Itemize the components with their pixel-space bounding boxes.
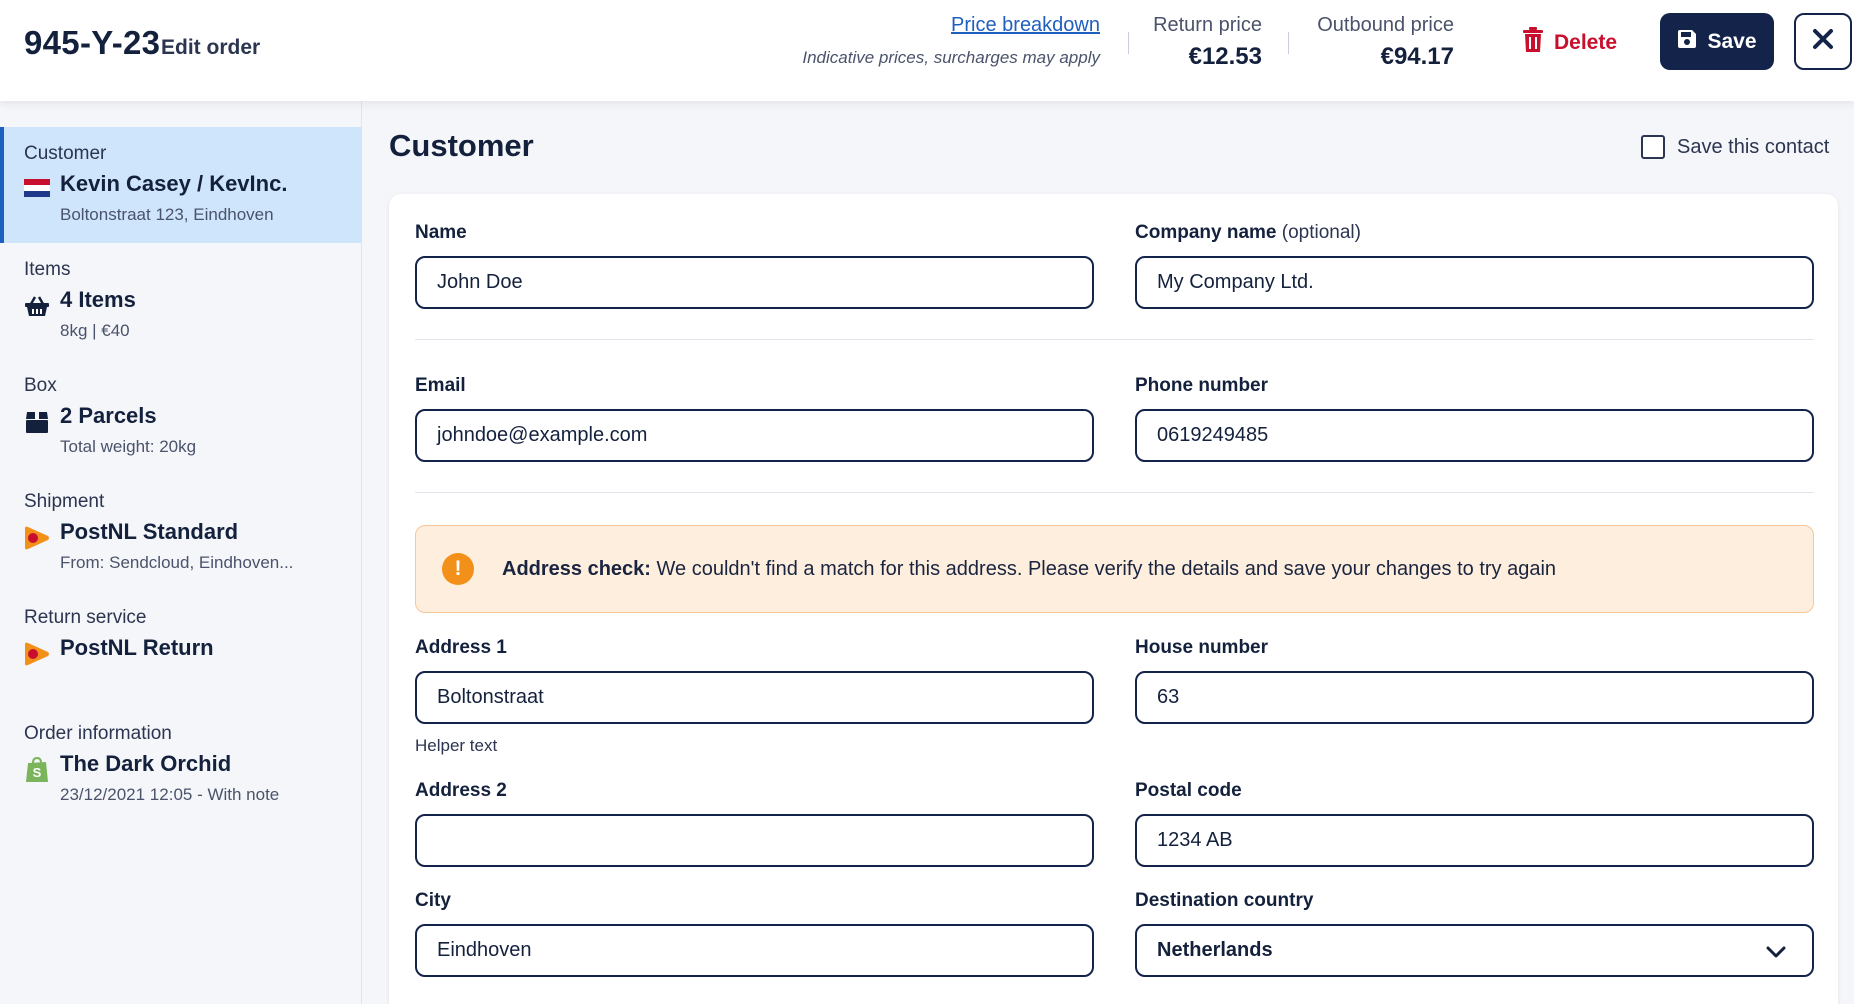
shopify-bag-icon: S — [24, 757, 50, 782]
header-bar: 945-Y-23 Edit order Price breakdown Indi… — [0, 0, 1854, 101]
sidebar-item-customer[interactable]: Customer Kevin Casey / KevInc. Boltonstr… — [0, 127, 362, 243]
name-field[interactable]: John Doe — [415, 256, 1094, 309]
warning-icon: ! — [442, 553, 474, 585]
floppy-disk-icon — [1677, 29, 1697, 55]
basket-icon — [24, 295, 50, 317]
sidebar-item-label: Order information — [24, 723, 172, 744]
outbound-price-value: €94.17 — [1380, 43, 1454, 70]
alert-title: Address check: — [502, 557, 651, 580]
header-divider — [1128, 32, 1129, 54]
sidebar-item-title: 4 Items — [60, 287, 136, 312]
sidebar-item-label: Items — [24, 259, 71, 280]
sidebar-item-box[interactable]: Box 2 Parcels Total weight: 20kg — [0, 359, 362, 475]
chevron-down-icon — [1766, 942, 1786, 965]
destination-country-select[interactable]: Netherlands — [1135, 924, 1814, 977]
company-name-field[interactable]: My Company Ltd. — [1135, 256, 1814, 309]
header-divider — [1288, 32, 1289, 54]
save-contact-label: Save this contact — [1677, 135, 1830, 158]
box-icon — [24, 411, 50, 433]
country-label: Destination country — [1135, 890, 1314, 911]
address2-label: Address 2 — [415, 780, 507, 801]
save-label: Save — [1707, 29, 1757, 53]
house-number-label: House number — [1135, 637, 1269, 658]
sidebar-item-items[interactable]: Items 4 Items 8kg | €40 — [0, 243, 362, 359]
city-label: City — [415, 890, 451, 911]
sidebar-item-label: Box — [24, 375, 57, 396]
postal-code-field[interactable]: 1234 AB — [1135, 814, 1814, 867]
sidebar-item-title: PostNL Standard — [60, 519, 239, 544]
sidebar-item-shipment[interactable]: Shipment PostNL Standard From: Sendcloud… — [0, 475, 362, 591]
close-button[interactable] — [1794, 13, 1852, 70]
save-button[interactable]: Save — [1660, 13, 1774, 70]
email-label: Email — [415, 375, 466, 396]
postnl-logo-icon — [24, 526, 50, 550]
sidebar-item-order-information[interactable]: Order information S The Dark Orchid 23/1… — [0, 707, 362, 823]
svg-text:S: S — [33, 765, 42, 780]
address1-field[interactable]: Boltonstraat — [415, 671, 1094, 724]
price-breakdown-link[interactable]: Price breakdown — [951, 14, 1100, 37]
sidebar-item-title: Kevin Casey / KevInc. — [60, 171, 288, 196]
order-id: 945-Y-23 — [24, 24, 161, 61]
sidebar: Customer Kevin Casey / KevInc. Boltonstr… — [0, 101, 362, 1004]
sidebar-item-sub: Boltonstraat 123, Eindhoven — [60, 205, 274, 224]
name-label: Name — [415, 222, 467, 243]
postnl-logo-icon — [24, 642, 50, 666]
return-price-value: €12.53 — [1188, 43, 1262, 70]
alert-message: Address check: We couldn't find a match … — [502, 558, 1556, 581]
phone-label: Phone number — [1135, 375, 1269, 396]
company-label-text: Company name — [1135, 222, 1277, 243]
netherlands-flag-icon — [24, 177, 50, 199]
checkbox-box[interactable] — [1641, 135, 1665, 159]
sidebar-item-return-service[interactable]: Return service PostNL Return — [0, 591, 362, 707]
alert-body: We couldn't find a match for this addres… — [656, 557, 1557, 580]
sidebar-item-label: Customer — [24, 143, 107, 164]
divider — [415, 339, 1814, 340]
outbound-price-label: Outbound price — [1317, 14, 1454, 36]
sidebar-item-sub: 8kg | €40 — [60, 321, 130, 340]
email-field[interactable]: johndoe@example.com — [415, 409, 1094, 462]
sidebar-item-sub: From: Sendcloud, Eindhoven... — [60, 553, 294, 572]
sidebar-item-title: The Dark Orchid — [60, 751, 232, 776]
selected-country: Netherlands — [1157, 939, 1273, 961]
address1-helper-text: Helper text — [415, 736, 498, 755]
trash-icon — [1522, 27, 1544, 59]
sidebar-item-label: Shipment — [24, 491, 105, 512]
address-check-alert: ! Address check: We couldn't find a matc… — [415, 525, 1814, 613]
delete-label: Delete — [1554, 31, 1618, 54]
divider — [415, 492, 1814, 493]
close-icon — [1812, 28, 1834, 55]
phone-number-field[interactable]: 0619249485 — [1135, 409, 1814, 462]
return-price-label: Return price — [1153, 14, 1262, 36]
price-note: Indicative prices, surcharges may apply — [802, 48, 1100, 67]
edit-order-label: Edit order — [161, 36, 261, 59]
sidebar-item-sub: Total weight: 20kg — [60, 437, 197, 456]
optional-tag: (optional) — [1281, 222, 1361, 243]
save-contact-checkbox[interactable]: Save this contact — [1641, 135, 1829, 159]
outbound-price: Outbound price €94.17 — [1317, 14, 1454, 71]
postal-code-label: Postal code — [1135, 780, 1242, 801]
city-field[interactable]: Eindhoven — [415, 924, 1094, 977]
sidebar-item-title: PostNL Return — [60, 635, 214, 660]
address1-label: Address 1 — [415, 637, 507, 658]
sidebar-item-sub: 23/12/2021 12:05 - With note — [60, 785, 280, 804]
sidebar-item-title: 2 Parcels — [60, 403, 157, 428]
company-label: Company name (optional) — [1135, 222, 1361, 244]
return-price: Return price €12.53 — [1153, 14, 1262, 71]
page-title: Customer — [389, 128, 534, 163]
address2-field[interactable] — [415, 814, 1094, 867]
sidebar-item-label: Return service — [24, 607, 147, 628]
house-number-field[interactable]: 63 — [1135, 671, 1814, 724]
delete-button[interactable]: Delete — [1522, 26, 1617, 60]
